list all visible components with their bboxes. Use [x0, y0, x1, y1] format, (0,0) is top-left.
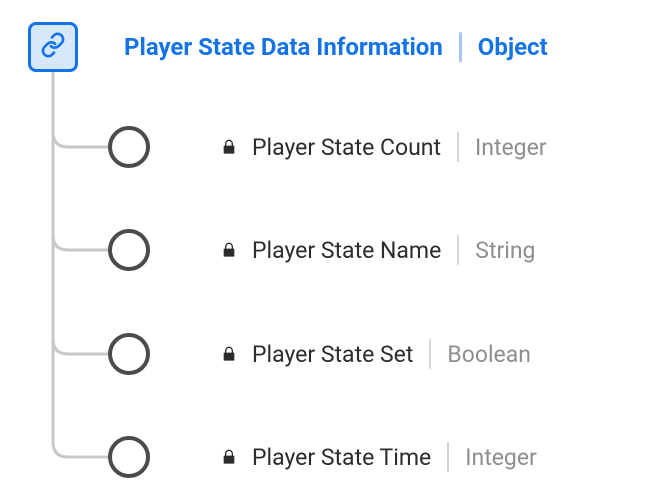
root-type: Object	[478, 33, 548, 61]
property-row: Player State Name String	[218, 235, 535, 265]
property-row: Player State Set Boolean	[218, 339, 531, 369]
separator	[429, 339, 431, 369]
separator	[459, 32, 462, 62]
property-type: Integer	[475, 134, 547, 161]
lock-icon	[218, 446, 240, 468]
separator	[457, 132, 459, 162]
separator	[457, 235, 459, 265]
property-name: Player State Name	[252, 237, 441, 264]
link-icon	[40, 32, 66, 62]
lock-icon	[218, 239, 240, 261]
property-name: Player State Set	[252, 341, 413, 368]
property-row: Player State Count Integer	[218, 132, 547, 162]
property-node[interactable]	[108, 126, 150, 168]
lock-icon	[218, 136, 240, 158]
property-type: Integer	[465, 444, 537, 471]
property-name: Player State Count	[252, 134, 441, 161]
root-node-badge[interactable]	[28, 22, 78, 72]
property-node[interactable]	[108, 229, 150, 271]
lock-icon	[218, 343, 240, 365]
property-type: String	[475, 237, 535, 264]
separator	[447, 442, 449, 472]
property-row: Player State Time Integer	[218, 442, 537, 472]
property-node[interactable]	[108, 333, 150, 375]
root-name: Player State Data Information	[124, 33, 443, 61]
property-type: Boolean	[447, 341, 531, 368]
root-node-label: Player State Data Information Object	[124, 32, 548, 62]
property-node[interactable]	[108, 436, 150, 478]
property-name: Player State Time	[252, 444, 431, 471]
